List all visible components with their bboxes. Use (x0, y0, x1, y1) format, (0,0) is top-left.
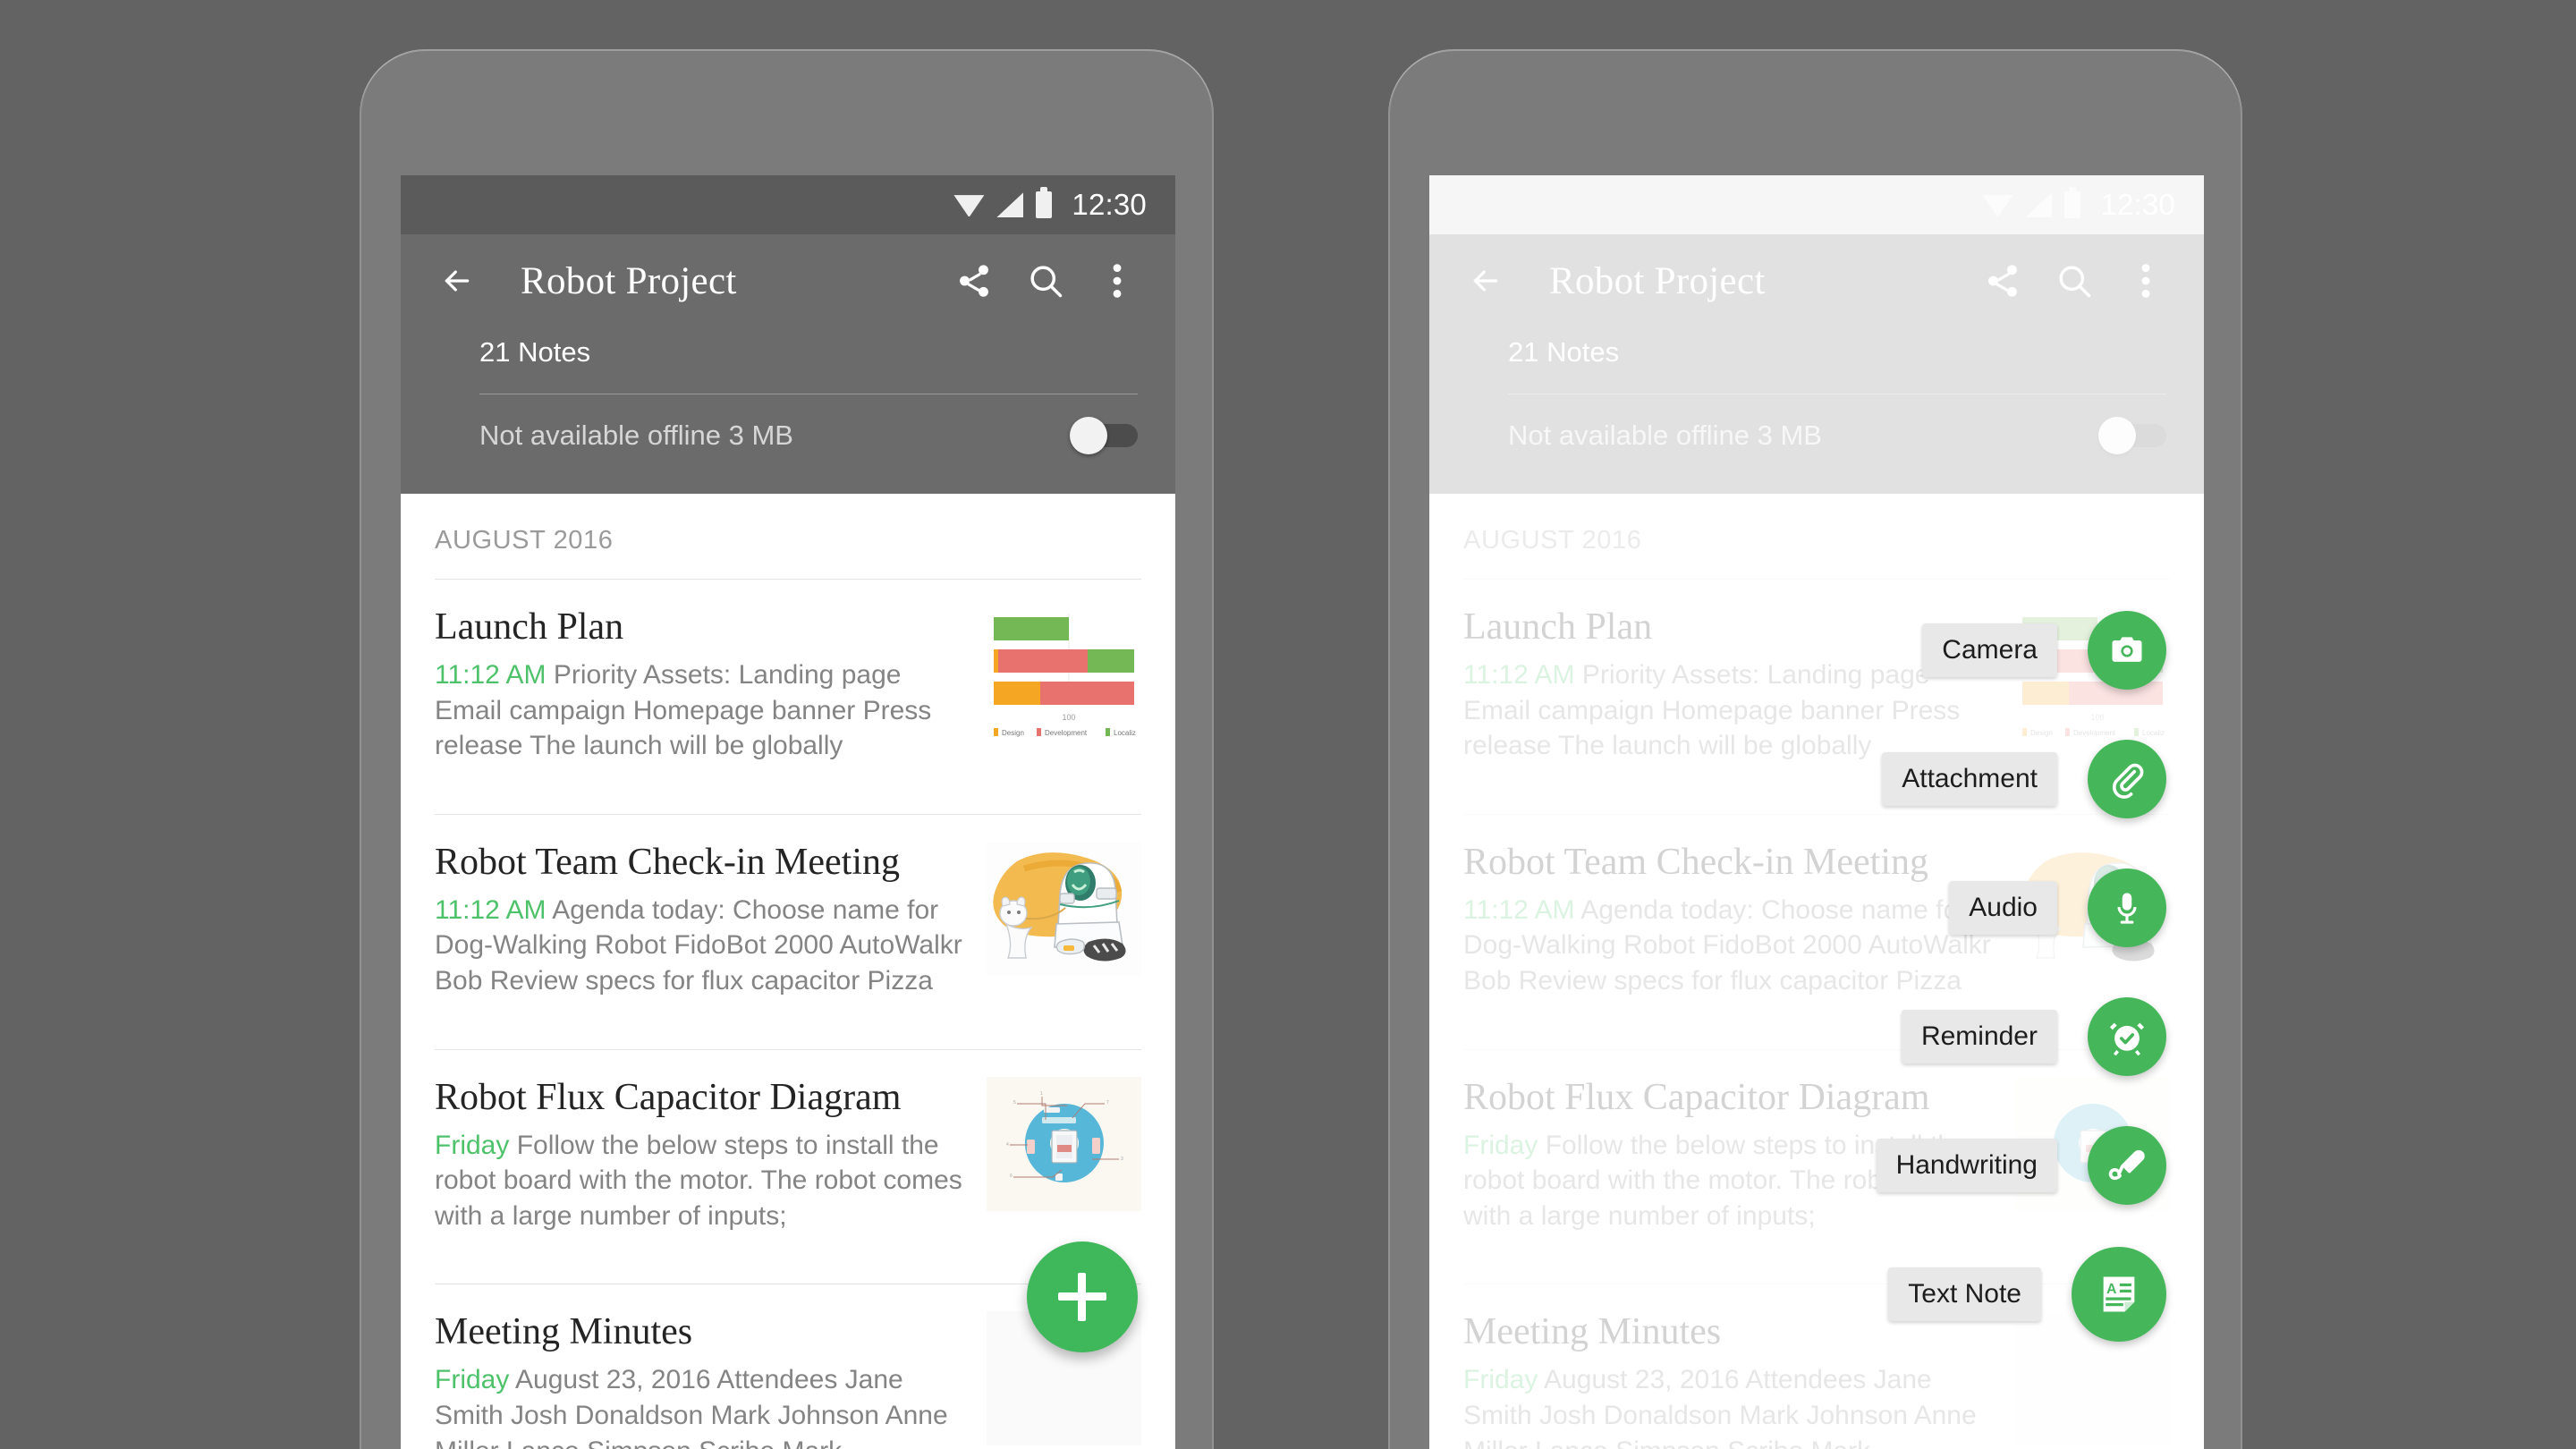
status-bar: 12:30 (401, 175, 1175, 234)
speed-dial-item-handwriting[interactable]: Handwriting (1876, 1126, 2166, 1205)
list-item[interactable]: Robot Team Check-in Meeting 11:12 AM Age… (401, 815, 1175, 1026)
list-item[interactable]: Robot Flux Capacitor Diagram Friday Foll… (401, 1050, 1175, 1261)
pen-icon[interactable] (2088, 1126, 2166, 1205)
plus-icon (1058, 1273, 1106, 1321)
speed-dial-item-camera[interactable]: Camera (1922, 611, 2166, 690)
back-arrow-icon[interactable] (431, 255, 483, 307)
battery-icon (1036, 187, 1053, 218)
note-title: Meeting Minutes (435, 1311, 693, 1353)
svg-text:4: 4 (1006, 1142, 1009, 1148)
svg-text:Development: Development (1045, 729, 1088, 737)
alarm-check-icon[interactable] (2088, 997, 2166, 1076)
camera-icon[interactable] (2088, 611, 2166, 690)
note-title: Robot Flux Capacitor Diagram (435, 1076, 902, 1118)
month-header: AUGUST 2016 (435, 526, 614, 555)
svg-text:1: 1 (1040, 1091, 1043, 1097)
note-timestamp: 11:12 AM (435, 660, 547, 691)
note-snippet: 11:12 AM Agenda today: Choose name for D… (435, 893, 972, 999)
wifi-icon (953, 195, 985, 216)
speed-dial-item-attachment[interactable]: Attachment (1882, 740, 2166, 818)
notes-count: 21 Notes (479, 336, 591, 368)
speed-dial-label: Text Note (1888, 1267, 2041, 1321)
note-snippet: 11:12 AM Priority Assets: Landing page E… (435, 657, 972, 764)
note-thumbnail-chart: 100 Design Development Localiz (987, 606, 1141, 741)
speed-dial-label: Handwriting (1876, 1139, 2057, 1192)
app-bar: Robot Project (401, 234, 1175, 494)
svg-text:6: 6 (1010, 1174, 1013, 1179)
speed-dial-item-reminder[interactable]: Reminder (1901, 997, 2166, 1076)
svg-text:7: 7 (1106, 1100, 1109, 1106)
offline-row: Not available offline 3 MB (401, 394, 1175, 454)
share-icon[interactable] (948, 255, 1000, 307)
note-thumbnail-diagram: 1 5 7 4 3 6 (987, 1076, 1141, 1211)
svg-text:3: 3 (1121, 1157, 1123, 1162)
note-snippet: Friday August 23, 2016 Attendees Jane Sm… (435, 1362, 972, 1449)
note-snippet-text: August 23, 2016 Attendees Jane Smith Jos… (435, 1365, 948, 1449)
note-snippet-text: Follow the below steps to install the ro… (435, 1130, 962, 1231)
note-timestamp: Friday (435, 1130, 510, 1160)
note-thumbnail-robot (987, 841, 1141, 976)
page-title: Robot Project (521, 259, 737, 302)
note-snippet: Friday Follow the below steps to install… (435, 1128, 972, 1234)
search-icon[interactable] (1020, 255, 1072, 307)
note-title: Launch Plan (435, 606, 624, 648)
note-title: Robot Team Check-in Meeting (435, 841, 901, 883)
svg-text:100: 100 (1062, 713, 1075, 722)
speed-dial-label: Reminder (1901, 1010, 2057, 1063)
offline-toggle-thumb (1070, 417, 1107, 454)
speed-dial-label: Camera (1922, 623, 2057, 677)
phone-device-right: 12:30 Robot Project (1388, 49, 2242, 1449)
status-bar-clock: 12:30 (1072, 188, 1147, 221)
note-text-block: Robot Flux Capacitor Diagram Friday Foll… (435, 1077, 987, 1234)
note-text-block: Meeting Minutes Friday August 23, 2016 A… (435, 1311, 987, 1449)
note-timestamp: Friday (435, 1365, 510, 1395)
offline-toggle[interactable] (1070, 417, 1138, 454)
paperclip-icon[interactable] (2088, 740, 2166, 818)
app-bar-top-row: Robot Project (401, 234, 1175, 327)
new-note-fab[interactable] (1027, 1241, 1138, 1352)
speed-dial-item-text-note[interactable]: Text Note A (1888, 1247, 2166, 1342)
speed-dial-item-audio[interactable]: Audio (1949, 869, 2166, 947)
svg-text:5: 5 (1013, 1100, 1016, 1106)
note-text-block: Robot Team Check-in Meeting 11:12 AM Age… (435, 842, 987, 999)
phone-screen-right: 12:30 Robot Project (1429, 175, 2204, 1449)
signal-icon (996, 192, 1024, 217)
offline-status-label: Not available offline 3 MB (479, 419, 793, 451)
screenshot-stage: 12:30 Robot Project 21 Notes Not availab… (0, 0, 2576, 1449)
text-note-icon[interactable]: A (2072, 1247, 2166, 1342)
svg-text:A: A (2106, 1282, 2116, 1297)
speed-dial-label: Attachment (1882, 752, 2057, 806)
phone-screen-left: 12:30 Robot Project 21 Notes Not availab… (401, 175, 1175, 1449)
speed-dial-label: Audio (1949, 881, 2057, 935)
list-item[interactable]: Launch Plan 11:12 AM Priority Assets: La… (401, 580, 1175, 791)
note-timestamp: 11:12 AM (435, 894, 547, 925)
note-text-block: Launch Plan 11:12 AM Priority Assets: La… (435, 606, 987, 764)
svg-text:Design: Design (1002, 729, 1024, 737)
microphone-icon[interactable] (2088, 869, 2166, 947)
phone-device-left: 12:30 Robot Project 21 Notes Not availab… (360, 49, 1214, 1449)
overflow-menu-icon[interactable] (1091, 255, 1143, 307)
svg-text:Localiz: Localiz (1114, 729, 1136, 737)
